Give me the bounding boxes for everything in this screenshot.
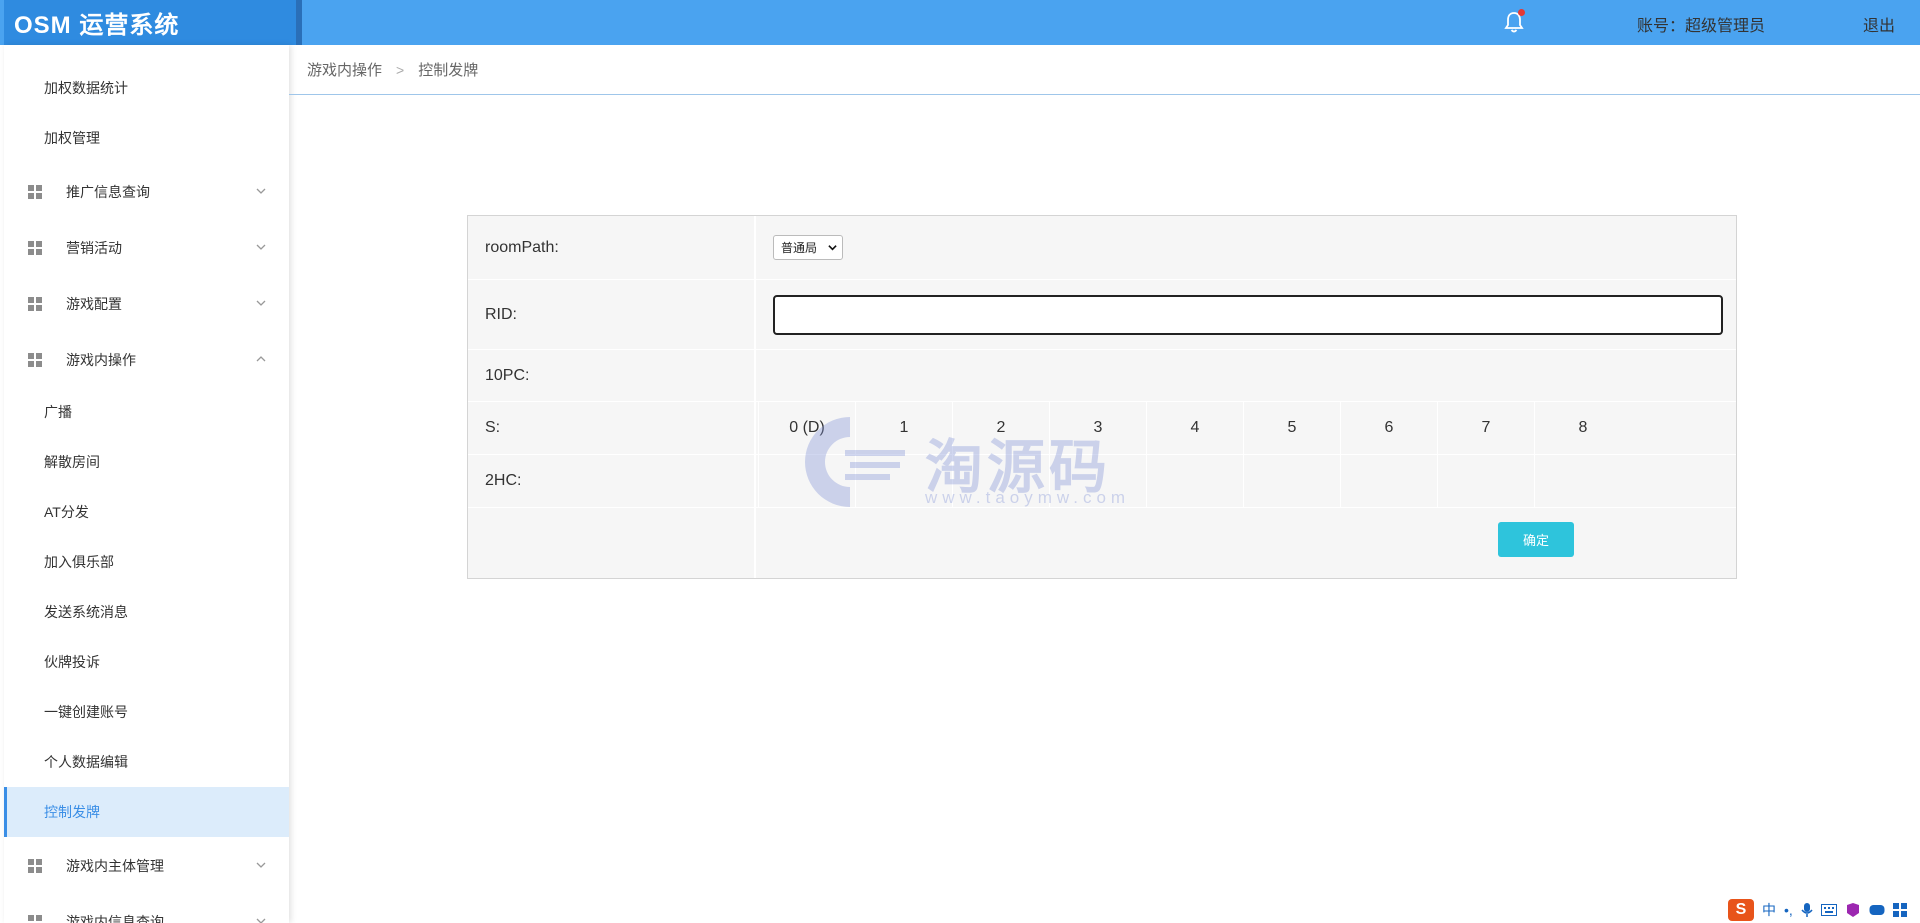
sidebar-item-label: 游戏内主体管理 (66, 858, 164, 874)
sidebar-item-dissolve-room[interactable]: 解散房间 (4, 437, 289, 487)
sidebar-item-label: 加权管理 (44, 130, 100, 146)
grid-icon (28, 241, 42, 255)
hc-cell-8[interactable] (1534, 455, 1631, 507)
sidebar-item-label: 游戏配置 (66, 296, 122, 312)
sidebar-group-info-query[interactable]: 游戏内信息查询 (4, 897, 289, 923)
grid-menu-icon[interactable] (1892, 902, 1907, 917)
breadcrumb-current: 控制发牌 (418, 62, 479, 79)
punctuation-icon[interactable]: •, (1784, 902, 1793, 918)
chevron-down-icon (256, 244, 266, 250)
pc-content (758, 350, 1736, 401)
notification-dot (1518, 9, 1525, 16)
s-column-8: 8 (1534, 402, 1631, 454)
hc-cell-4[interactable] (1146, 455, 1243, 507)
sidebar-item-label: 发送系统消息 (44, 604, 128, 620)
sidebar-group-marketing[interactable]: 营销活动 (4, 223, 289, 273)
chevron-up-icon (256, 356, 266, 362)
chevron-down-icon (828, 245, 837, 251)
hc-cell-5[interactable] (1243, 455, 1340, 507)
ime-language[interactable]: 中 (1762, 900, 1776, 920)
watermark-logo-icon (805, 417, 905, 507)
rid-input[interactable] (773, 295, 1723, 335)
grid-icon (28, 859, 42, 873)
hc-cell-6[interactable] (1340, 455, 1437, 507)
s-column-4: 4 (1146, 402, 1243, 454)
grid-icon (28, 915, 42, 923)
skin-icon[interactable] (1845, 902, 1861, 917)
grid-icon (28, 297, 42, 311)
s-column-5: 5 (1243, 402, 1340, 454)
room-path-label: roomPath: (468, 216, 756, 279)
sidebar-item-collusion-report[interactable]: 伙牌投诉 (4, 637, 289, 687)
sidebar-item-label: 解散房间 (44, 454, 100, 470)
breadcrumb: 游戏内操作 > 控制发牌 (289, 45, 1920, 95)
grid-icon (28, 353, 42, 367)
sidebar-item-label: 游戏内信息查询 (66, 914, 164, 923)
sidebar-item-label: 伙牌投诉 (44, 654, 100, 670)
sidebar-item-weighted-stats[interactable]: 加权数据统计 (4, 63, 289, 113)
chevron-down-icon (256, 300, 266, 306)
sidebar-item-system-message[interactable]: 发送系统消息 (4, 587, 289, 637)
form-row-rid: RID: (468, 280, 1736, 350)
account-label: 账号：超级管理员 (1636, 18, 1765, 35)
top-header: OSM 运营系统 账号：超级管理员 退出 (0, 0, 1920, 45)
sidebar-item-label: AT分发 (44, 504, 89, 520)
ime-toolbar: S 中 •, (1720, 896, 1920, 923)
pc-label: 10PC: (468, 350, 756, 401)
microphone-icon[interactable] (1801, 902, 1813, 918)
sidebar-item-at-distribute[interactable]: AT分发 (4, 487, 289, 537)
sidebar-item-label: 推广信息查询 (66, 184, 150, 200)
sidebar-item-label: 一键创建账号 (44, 704, 128, 720)
breadcrumb-separator: > (396, 61, 405, 78)
sidebar-item-label: 营销活动 (66, 240, 122, 256)
actions-label-cell (468, 508, 756, 578)
sidebar-item-create-account[interactable]: 一键创建账号 (4, 687, 289, 737)
control-deal-form: roomPath: 普通局 RID: 10PC: S: 0 (D) 1 2 3 … (467, 215, 1737, 579)
sidebar-group-entity-manage[interactable]: 游戏内主体管理 (4, 841, 289, 891)
chevron-down-icon (256, 918, 266, 923)
sidebar-item-label: 个人数据编辑 (44, 754, 128, 770)
sidebar-item-label: 加权数据统计 (44, 80, 128, 96)
gamepad-icon[interactable] (1869, 904, 1885, 916)
sidebar-item-label: 游戏内操作 (66, 352, 136, 368)
sidebar-item-personal-data-edit[interactable]: 个人数据编辑 (4, 737, 289, 787)
chevron-down-icon (256, 188, 266, 194)
chevron-down-icon (256, 862, 266, 868)
grid-icon (28, 185, 42, 199)
hc-label: 2HC: (468, 455, 756, 507)
s-column-7: 7 (1437, 402, 1534, 454)
sidebar-item-label: 控制发牌 (44, 804, 100, 820)
watermark: 淘源码 www.taoymw.com (790, 410, 1130, 520)
watermark-url: www.taoymw.com (925, 488, 1131, 507)
sidebar-item-label: 加入俱乐部 (44, 554, 114, 570)
s-column-6: 6 (1340, 402, 1437, 454)
sidebar-item-broadcast[interactable]: 广播 (4, 387, 289, 437)
sidebar-group-game-config[interactable]: 游戏配置 (4, 279, 289, 329)
ime-logo[interactable]: S (1728, 898, 1754, 921)
sidebar-item-weighted-manage[interactable]: 加权管理 (4, 113, 289, 163)
app-logo: OSM 运营系统 (4, 0, 302, 45)
hc-cell-7[interactable] (1437, 455, 1534, 507)
sidebar-group-in-game-ops[interactable]: 游戏内操作 (4, 335, 289, 385)
sidebar-group-promo-query[interactable]: 推广信息查询 (4, 167, 289, 217)
form-row-room-path: roomPath: 普通局 (468, 216, 1736, 280)
sidebar-item-control-deal[interactable]: 控制发牌 (4, 787, 289, 837)
rid-label: RID: (468, 280, 756, 349)
keyboard-icon[interactable] (1820, 903, 1837, 916)
sidebar: 加权数据统计 加权管理 推广信息查询 营销活动 游戏配置 游戏内操作 广播 解散… (4, 45, 289, 923)
sidebar-item-label: 广播 (44, 404, 72, 420)
form-row-10pc: 10PC: (468, 350, 1736, 402)
logout-button[interactable]: 退出 (1863, 12, 1895, 36)
confirm-button[interactable]: 确定 (1498, 522, 1574, 557)
room-path-select[interactable]: 普通局 (773, 235, 843, 260)
room-path-selected: 普通局 (781, 241, 818, 255)
sidebar-item-join-club[interactable]: 加入俱乐部 (4, 537, 289, 587)
s-label: S: (468, 402, 756, 454)
breadcrumb-parent[interactable]: 游戏内操作 (307, 59, 382, 80)
